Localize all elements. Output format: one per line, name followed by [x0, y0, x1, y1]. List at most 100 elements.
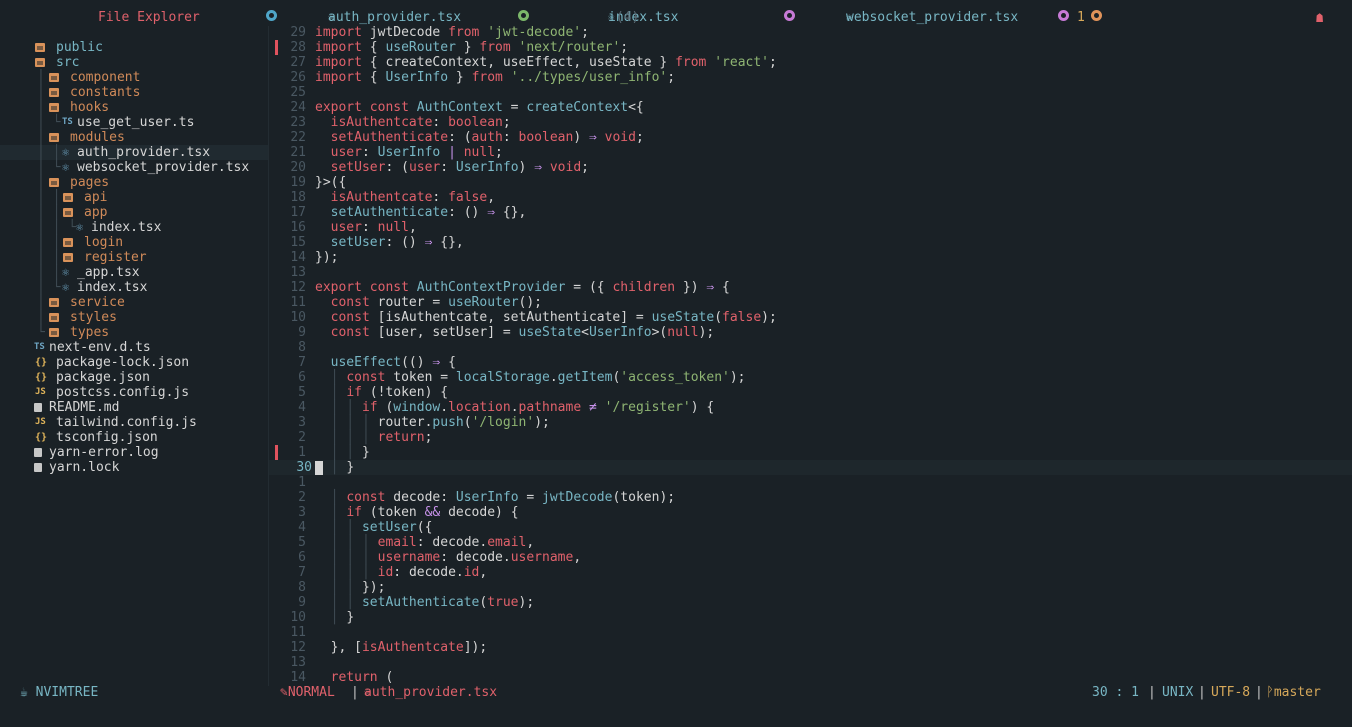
tree-file[interactable]: │ └ TS use_get_user.ts	[0, 115, 268, 130]
code-line[interactable]: 13	[269, 265, 1352, 280]
tree-folder[interactable]: │ pages	[0, 175, 268, 190]
code-token: │ │ │	[315, 550, 378, 565]
code-token: │ │	[315, 595, 362, 610]
tree-file[interactable]: │ │ ⚛ auth_provider.tsx	[0, 145, 268, 160]
tree-file[interactable]: yarn-error.log	[0, 445, 268, 460]
code-text: setAuthenticate: (auth: boolean) ⇒ void;	[315, 130, 644, 145]
code-text: import { useRouter } from 'next/router';	[315, 40, 628, 55]
tree-file[interactable]: {} package-lock.json	[0, 355, 268, 370]
code-text: │ │ setAuthenticate(true);	[315, 595, 535, 610]
tree-file[interactable]: │ └ ⚛ index.tsx	[0, 280, 268, 295]
code-line[interactable]: 14});	[269, 250, 1352, 265]
json-icon: {}	[35, 357, 48, 368]
tree-file[interactable]: JS postcss.config.js	[0, 385, 268, 400]
tree-folder[interactable]: │ │ app	[0, 205, 268, 220]
code-line[interactable]: 6 │ │ │ username: decode.username,	[269, 550, 1352, 565]
tree-file[interactable]: yarn.lock	[0, 460, 268, 475]
code-line[interactable]: 15 setUser: () ⇒ {},	[269, 235, 1352, 250]
tree-file[interactable]: {} package.json	[0, 370, 268, 385]
pencil-icon: ✎	[280, 685, 288, 700]
code-line[interactable]: 8	[269, 340, 1352, 355]
code-line[interactable]: 7 │ │ │ id: decode.id,	[269, 565, 1352, 580]
code-line[interactable]: 5 │ │ │ email: decode.email,	[269, 535, 1352, 550]
code-line[interactable]: 3 │ if (token && decode) {	[269, 505, 1352, 520]
tree-file[interactable]: README.md	[0, 400, 268, 415]
code-line[interactable]: 12 export const AuthContextProvider = ({ …	[269, 280, 1352, 295]
code-line[interactable]: 1	[269, 475, 1352, 490]
code-token: }	[346, 610, 355, 625]
tree-file[interactable]: │ │ ⚛ _app.tsx	[0, 265, 268, 280]
code-token: .	[440, 400, 449, 415]
code-line[interactable]: 22 setAuthenticate: (auth: boolean) ⇒ vo…	[269, 130, 1352, 145]
code-line[interactable]: 18 isAuthentcate: false,	[269, 190, 1352, 205]
tree-folder[interactable]: │ hooks	[0, 100, 268, 115]
code-line[interactable]: 4 │ │ if (window.location.pathname ≠ '/r…	[269, 400, 1352, 415]
code-line[interactable]: 2 │ │ │ return;	[269, 430, 1352, 445]
code-line[interactable]: 11 const router = useRouter();	[269, 295, 1352, 310]
code-line[interactable]: 24 export const AuthContext = createConte…	[269, 100, 1352, 115]
tree-folder[interactable]: │ │ login	[0, 235, 268, 250]
code-token: │	[315, 505, 347, 520]
code-line[interactable]: 28 import { useRouter } from 'next/router…	[269, 40, 1352, 55]
code-token: '/register'	[604, 400, 691, 415]
code-token: setUser	[330, 235, 386, 250]
code-line[interactable]: 9 │ │ setAuthenticate(true);	[269, 595, 1352, 610]
code-line[interactable]: 26 import { UserInfo } from '../types/use…	[269, 70, 1352, 85]
code-token: from	[675, 55, 715, 70]
code-line[interactable]: 27 import { createContext, useEffect, use…	[269, 55, 1352, 70]
code-line[interactable]: 29 import jwtDecode from 'jwt-decode';	[269, 25, 1352, 40]
code-line[interactable]: 13	[269, 655, 1352, 670]
code-line[interactable]: 21 user: UserInfo | null;	[269, 145, 1352, 160]
tree-folder[interactable]: │ constants	[0, 85, 268, 100]
tab-index[interactable]: ⚛ index.tsx (4)	[608, 10, 678, 26]
code-line[interactable]: 20 setUser: (user: UserInfo) ⇒ void;	[269, 160, 1352, 175]
code-line[interactable]: 3 │ │ │ router.push('/login');	[269, 415, 1352, 430]
tree-folder[interactable]: │ service	[0, 295, 268, 310]
code-line[interactable]: 23 isAuthentcate: boolean;	[269, 115, 1352, 130]
tree-file[interactable]: JS tailwind.config.js	[0, 415, 268, 430]
git-branch-icon: ᚹ	[1266, 685, 1274, 700]
code-line[interactable]: 7 useEffect(() ⇒ {	[269, 355, 1352, 370]
cursor-line[interactable]: 30 │ }	[269, 460, 1352, 475]
file-explorer: public src │ component │ constants │ hooks │ └ TS…	[0, 40, 268, 680]
code-line[interactable]: 9 const [user, setUser] = useState<UserI…	[269, 325, 1352, 340]
code-line[interactable]: 17 setAuthenticate: () ⇒ {},	[269, 205, 1352, 220]
tree-folder[interactable]: │ modules	[0, 130, 268, 145]
tree-folder[interactable]: │ │ api	[0, 190, 268, 205]
tree-file[interactable]: │ │ └ ⚛ index.tsx	[0, 220, 268, 235]
code-line[interactable]: 4 │ │ setUser({	[269, 520, 1352, 535]
code-line[interactable]: 10 const [isAuthentcate, setAuthenticate…	[269, 310, 1352, 325]
tree-file[interactable]: TS next-env.d.ts	[0, 340, 268, 355]
tree-file[interactable]: {} tsconfig.json	[0, 430, 268, 445]
code-line[interactable]: 1 │ │ }	[269, 445, 1352, 460]
code-token: }, [	[315, 640, 362, 655]
tree-folder[interactable]: │ │ register	[0, 250, 268, 265]
code-text: setUser: (user: UserInfo) ⇒ void;	[315, 160, 589, 175]
tree-folder[interactable]: src	[0, 55, 268, 70]
tree-folder[interactable]: └ types	[0, 325, 268, 340]
code-line[interactable]: 12 }, [isAuthentcate]);	[269, 640, 1352, 655]
line-number: 21	[290, 145, 306, 160]
code-line[interactable]: 8 │ │ });	[269, 580, 1352, 595]
code-text: │ │ │ router.push('/login');	[315, 415, 550, 430]
code-line[interactable]: 10 │ }	[269, 610, 1352, 625]
code-line[interactable]: 5 │ if (!token) {	[269, 385, 1352, 400]
code-line[interactable]: 11	[269, 625, 1352, 640]
code-token: {	[722, 280, 730, 295]
code-line[interactable]: 14 return (	[269, 670, 1352, 685]
code-editor[interactable]: 29 import jwtDecode from 'jwt-decode'; 28 i…	[269, 25, 1352, 685]
tree-folder[interactable]: │ styles	[0, 310, 268, 325]
code-line[interactable]: 25	[269, 85, 1352, 100]
code-line[interactable]: 6 │ const token = localStorage.getItem('…	[269, 370, 1352, 385]
tree-folder[interactable]: public	[0, 40, 268, 55]
tree-file[interactable]: │ └ ⚛ websocket_provider.tsx	[0, 160, 268, 175]
code-line[interactable]: 2 │ const decode: UserInfo = jwtDecode(t…	[269, 490, 1352, 505]
code-line[interactable]: 16 user: null,	[269, 220, 1352, 235]
code-line[interactable]: 19}>({	[269, 175, 1352, 190]
tree-folder[interactable]: │ component	[0, 70, 268, 85]
bug-icon[interactable]: ☗	[1316, 10, 1323, 26]
